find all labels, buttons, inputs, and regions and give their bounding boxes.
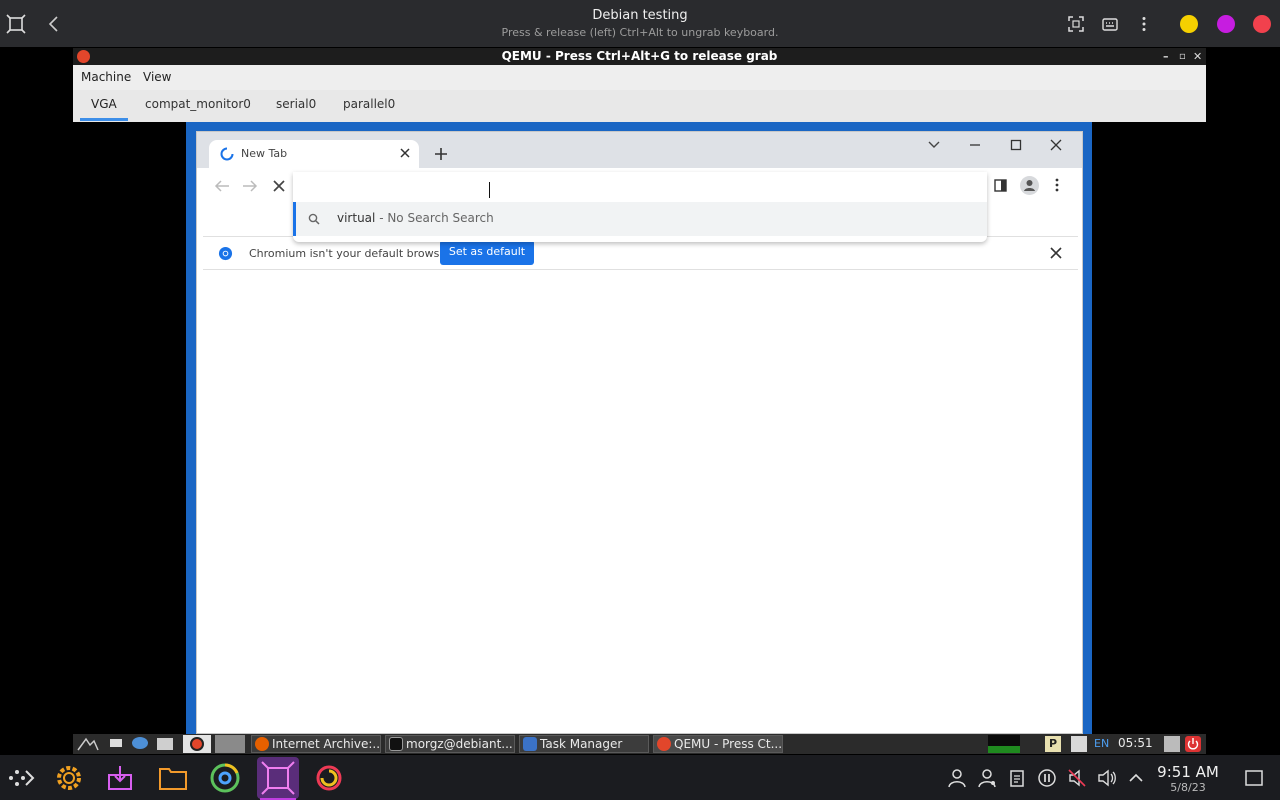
infobar-message: Chromium isn't your default browser (249, 247, 451, 260)
task-label: QEMU - Press Ct... (674, 737, 783, 751)
task-qemu[interactable]: QEMU - Press Ct... (653, 735, 783, 753)
task-label: Task Manager (540, 737, 623, 751)
window-maximize-icon[interactable] (1010, 139, 1022, 151)
qemu-restore-button[interactable]: ▫ (1179, 48, 1186, 65)
menu-machine[interactable]: Machine (81, 70, 131, 84)
host-clock-time[interactable]: 9:51 AM (1150, 763, 1226, 781)
browser-menu-icon[interactable] (1054, 178, 1060, 192)
suggestion-text: virtual - No Search Search (337, 211, 494, 225)
software-store-icon[interactable] (103, 761, 137, 795)
suggestion-source: - No Search Search (375, 211, 494, 225)
omnibox-dropdown: virtual - No Search Search (293, 172, 987, 242)
suggestion-query: virtual (337, 211, 376, 225)
tab-compat-monitor0[interactable]: compat_monitor0 (145, 97, 251, 111)
logout-power-icon[interactable] (1185, 736, 1201, 752)
fullscreen-icon[interactable] (1067, 15, 1085, 33)
back-arrow-icon[interactable] (214, 179, 230, 193)
guest-taskbar: Internet Archive:... morgz@debiant... Ta… (73, 734, 1206, 754)
firefox-icon (255, 737, 269, 751)
infobar-close-icon[interactable] (1050, 247, 1062, 259)
mouse-ibeam-cursor (489, 182, 490, 198)
user-switch-icon[interactable] (976, 767, 998, 789)
clipboard-icon[interactable]: P (1045, 736, 1061, 752)
active-tab-indicator (80, 118, 128, 121)
screenshot-tool-icon[interactable] (1071, 736, 1087, 752)
more-options-icon[interactable] (1135, 15, 1153, 33)
workspace-switcher[interactable] (215, 735, 245, 753)
qemu-quicklaunch-icon[interactable] (183, 735, 211, 753)
task-task-manager[interactable]: Task Manager (519, 735, 649, 753)
task-label: morgz@debiant... (406, 737, 513, 751)
settings-gear-icon[interactable] (52, 761, 86, 795)
ui-tars-app-icon[interactable] (257, 757, 299, 799)
show-desktop-icon[interactable] (110, 739, 122, 747)
file-manager-icon[interactable] (157, 738, 173, 750)
stop-loading-icon[interactable] (272, 179, 286, 193)
user-account-icon[interactable] (946, 767, 968, 789)
task-terminal[interactable]: morgz@debiant... (385, 735, 515, 753)
menu-view[interactable]: View (143, 70, 171, 84)
side-panel-icon[interactable] (994, 179, 1007, 192)
maximize-dot-button[interactable] (1217, 15, 1235, 33)
task-label: Internet Archive:... (272, 737, 381, 751)
tray-expand-chevron-icon[interactable] (1125, 767, 1147, 789)
keyboard-icon[interactable] (1101, 15, 1119, 33)
launcher-icon[interactable] (6, 761, 40, 795)
qemu-icon (657, 737, 671, 751)
mic-muted-icon[interactable] (1066, 767, 1088, 789)
tab-parallel0[interactable]: parallel0 (343, 97, 395, 111)
qemu-logo-icon (77, 50, 90, 63)
tab-title: New Tab (241, 147, 288, 160)
qemu-close-button[interactable]: ✕ (1193, 48, 1202, 65)
show-desktop-button[interactable] (1243, 767, 1265, 789)
loading-spinner-icon (220, 147, 234, 161)
qemu-minimize-button[interactable]: – (1163, 48, 1169, 65)
browser-tab[interactable]: New Tab (209, 140, 419, 168)
close-dot-button[interactable] (1253, 15, 1271, 33)
qemu-window-title: QEMU - Press Ctrl+Alt+G to release grab (501, 49, 778, 63)
set-as-default-button[interactable]: Set as default (440, 240, 534, 265)
files-folder-icon[interactable] (156, 761, 190, 795)
qemu-tab-bar: VGA compat_monitor0 serial0 parallel0 (73, 90, 1206, 122)
host-taskbar: 9:51 AM 5/8/23 (0, 755, 1280, 800)
window-minimize-icon[interactable] (969, 139, 981, 151)
tab-vga[interactable]: VGA (91, 97, 117, 111)
suggestion-search-icon (308, 213, 320, 225)
qemu-title-bar: QEMU - Press Ctrl+Alt+G to release grab … (73, 48, 1206, 65)
start-menu-icon[interactable] (76, 736, 100, 752)
minimize-dot-button[interactable] (1180, 15, 1198, 33)
cpu-monitor-graph (988, 735, 1020, 753)
forward-arrow-icon[interactable] (242, 179, 258, 193)
task-internet-archive[interactable]: Internet Archive:... (251, 735, 381, 753)
window-close-icon[interactable] (1050, 139, 1062, 151)
tab-search-chevron-icon[interactable] (928, 140, 940, 150)
guest-clock[interactable]: 05:51 (1118, 736, 1153, 750)
debian-app-icon[interactable] (312, 761, 346, 795)
keyboard-layout-indicator[interactable]: EN (1094, 737, 1109, 750)
tab-serial0[interactable]: serial0 (276, 97, 316, 111)
chromium-logo-icon (218, 246, 233, 261)
profile-avatar-icon[interactable] (1020, 176, 1039, 195)
host-clock-date[interactable]: 5/8/23 (1150, 781, 1226, 794)
host-window-title: Debian testing (592, 8, 688, 23)
omnibox-suggestion[interactable]: virtual - No Search Search (293, 202, 987, 236)
host-title-bar: Debian testing Press & release (left) Ct… (0, 0, 1280, 47)
network-places-icon[interactable] (132, 737, 148, 749)
clipboard-tray-icon[interactable] (1006, 767, 1028, 789)
chromium-window: New Tab Chromium isn't your default brow… (196, 131, 1083, 734)
task-manager-icon (523, 737, 537, 751)
terminal-icon (389, 737, 403, 751)
volume-icon[interactable] (1096, 767, 1118, 789)
volume-tray-icon[interactable] (1164, 736, 1180, 752)
chromium-app-icon[interactable] (208, 761, 242, 795)
new-tab-icon[interactable] (434, 147, 448, 161)
tab-close-icon[interactable] (399, 147, 411, 159)
host-window-subtitle: Press & release (left) Ctrl+Alt to ungra… (501, 26, 779, 39)
chromium-tab-strip: New Tab (197, 132, 1082, 168)
media-pause-icon[interactable] (1036, 767, 1058, 789)
qemu-menu-bar: Machine View (73, 65, 1206, 90)
